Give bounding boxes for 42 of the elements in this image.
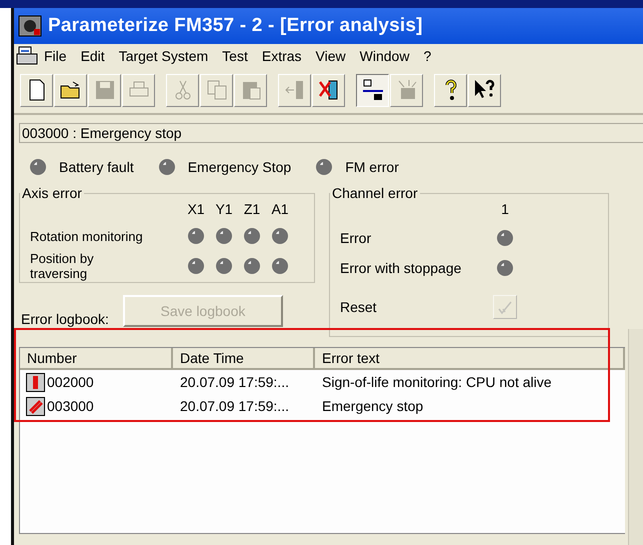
menu-item[interactable]: View bbox=[310, 48, 354, 64]
axis-label: A1 bbox=[270, 201, 290, 217]
row-label: Rotation monitoring bbox=[30, 228, 144, 244]
app-icon bbox=[18, 14, 42, 38]
axis-label: Z1 bbox=[242, 201, 262, 217]
table-cell-text: Emergency stop bbox=[321, 398, 424, 414]
row-label: Error with stoppage bbox=[340, 260, 462, 276]
axis-label: X1 bbox=[186, 201, 206, 217]
column-header[interactable]: Date Time bbox=[173, 348, 315, 370]
menu-item[interactable]: Extras bbox=[256, 48, 310, 64]
window-title: Parameterize FM357 - 2 - [Error analysis] bbox=[48, 15, 423, 37]
row-label: Error bbox=[340, 230, 372, 246]
menu-item[interactable]: File bbox=[38, 48, 75, 64]
menu-item[interactable]: Test bbox=[216, 48, 256, 64]
column-header[interactable]: Number bbox=[20, 348, 173, 370]
table-cell: 002000 bbox=[20, 372, 173, 392]
copy-icon bbox=[204, 78, 228, 102]
logbook-label: Error logbook: bbox=[21, 311, 109, 327]
column-header[interactable]: Error text bbox=[315, 348, 625, 370]
current-error-field: 003000 : Emergency stop bbox=[19, 123, 643, 143]
indicator-label: Battery fault bbox=[59, 159, 134, 175]
check-icon bbox=[497, 299, 513, 315]
toolbar-button[interactable] bbox=[356, 74, 389, 106]
menu-item[interactable]: Edit bbox=[74, 48, 113, 64]
table-cell-text: 20.07.09 17:59:... bbox=[179, 374, 290, 390]
module-cross-icon bbox=[316, 78, 340, 102]
group-title: Axis error bbox=[21, 185, 83, 201]
group-title: Channel error bbox=[331, 185, 419, 201]
channel-number: 1 bbox=[500, 201, 510, 217]
reset-label: Reset bbox=[340, 299, 378, 315]
document-icon[interactable] bbox=[16, 46, 38, 66]
table-cell: 003000 bbox=[20, 396, 173, 416]
indicator-label: FM error bbox=[345, 159, 399, 175]
axis-label: Y1 bbox=[214, 201, 234, 217]
network-icon bbox=[360, 78, 384, 102]
table-cell-text: Sign-of-life monitoring: CPU not alive bbox=[321, 374, 553, 390]
menu-item[interactable]: Window bbox=[354, 48, 418, 64]
menu-item[interactable]: ? bbox=[417, 48, 440, 64]
indicator-label: Emergency Stop bbox=[188, 159, 292, 175]
row-label: Position by traversing bbox=[30, 251, 95, 281]
menu-item[interactable]: Target System bbox=[112, 48, 216, 64]
table-cell-text: 20.07.09 17:59:... bbox=[179, 398, 290, 414]
